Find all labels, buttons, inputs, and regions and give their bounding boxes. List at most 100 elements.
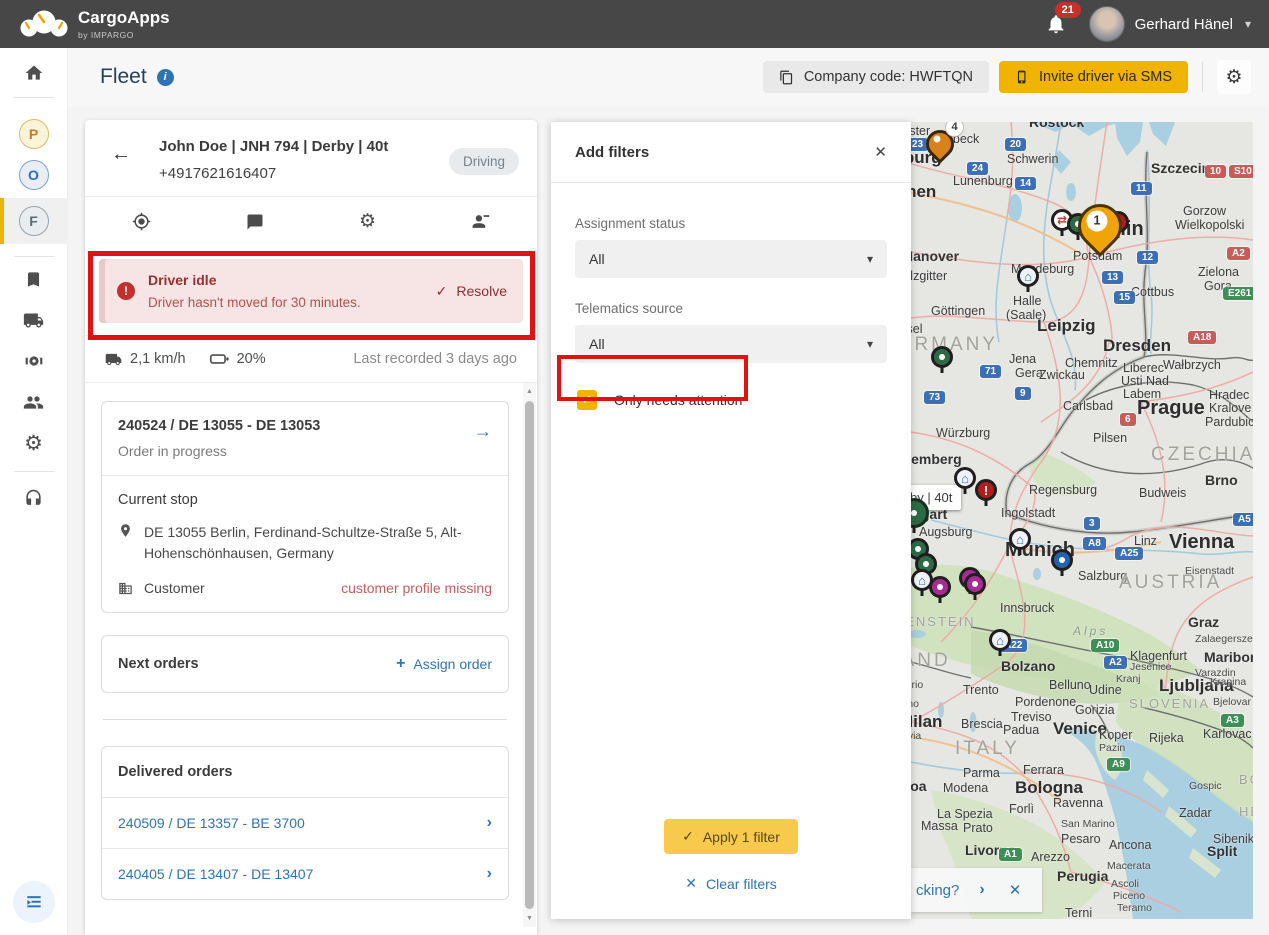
- map-city-label: Dresden: [1103, 336, 1172, 355]
- sidebar-collapse-button[interactable]: [12, 881, 55, 923]
- map-road-badge: A18: [1188, 331, 1217, 344]
- banner-close-button[interactable]: ✕: [1009, 881, 1022, 899]
- filters-title: Add filters: [575, 143, 650, 161]
- map-city-label: Pazin: [1099, 742, 1126, 754]
- sidebar-item-workspace-p[interactable]: P: [18, 119, 49, 149]
- map-marker-house[interactable]: ⌂: [1009, 528, 1031, 550]
- map-city-label: San Marino: [1061, 818, 1115, 830]
- map-marker-house[interactable]: ⌂: [989, 629, 1011, 651]
- map-city-label: Ancona: [1109, 838, 1152, 852]
- bookmark-icon: [24, 270, 43, 289]
- chat-button[interactable]: [198, 197, 311, 246]
- map-city-label: Liberec: [1123, 361, 1164, 375]
- customer-profile-missing-link[interactable]: customer profile missing: [341, 580, 492, 596]
- map-city-label: Würzburg: [936, 426, 991, 440]
- invite-driver-button[interactable]: Invite driver via SMS: [999, 61, 1188, 93]
- driver-stats-row: 2,1 km/h 20% Last recorded 3 days ago: [85, 335, 537, 382]
- map-road-badge: 15: [1114, 291, 1136, 304]
- workspace-letter: O: [28, 167, 39, 183]
- telematics-source-select[interactable]: All ▾: [575, 325, 887, 363]
- sidebar-item-fleet[interactable]: [22, 308, 46, 332]
- workspace-letter: F: [18, 206, 49, 236]
- chevron-down-icon: ▾: [866, 337, 873, 351]
- chat-icon: [246, 213, 264, 231]
- map-city-label: Ascoli: [1111, 878, 1140, 890]
- workspace-letter: P: [28, 126, 39, 142]
- chevron-down-icon: ▾: [866, 252, 873, 266]
- resolve-label: Resolve: [456, 283, 507, 299]
- scroll-up-icon[interactable]: ▲: [526, 383, 533, 400]
- app-logo[interactable]: CargoApps by IMPARGO: [18, 9, 170, 40]
- banner-chevron-button[interactable]: ›: [979, 881, 984, 899]
- apply-filters-button[interactable]: ✓ Apply 1 filter: [664, 819, 798, 854]
- map-city-label: Ferrara: [1023, 763, 1064, 777]
- map[interactable]: by | 40t RostockMünsterLübeckHamburgSchw…: [911, 122, 1253, 919]
- map-road-badge: 73: [924, 391, 946, 404]
- map-road-badge: 12: [1137, 251, 1159, 264]
- open-order-button[interactable]: →: [474, 422, 492, 440]
- driver-panel-scrollbar[interactable]: ▲ ▼: [523, 383, 536, 927]
- sidebar-item-workspace-o[interactable]: O: [18, 160, 49, 190]
- map-marker-pin-magenta[interactable]: [964, 573, 986, 595]
- map-marker-cluster[interactable]: 4: [923, 122, 964, 162]
- current-order-card[interactable]: 240524 / DE 13055 - DE 13053 → Order in …: [101, 401, 509, 613]
- close-filters-button[interactable]: ✕: [874, 143, 887, 161]
- map-road-badge: A25: [1115, 547, 1144, 560]
- map-city-label: Krapina: [1210, 676, 1247, 688]
- back-button[interactable]: ←: [107, 142, 135, 166]
- resolve-button[interactable]: ✓ Resolve: [436, 283, 507, 300]
- info-icon[interactable]: i: [156, 68, 174, 86]
- map-marker-selected[interactable]: 1: [1074, 199, 1120, 255]
- sidebar-item-support[interactable]: [22, 486, 46, 510]
- survey-banner: cking? › ✕: [911, 868, 1042, 912]
- assignment-status-select[interactable]: All ▾: [575, 240, 887, 278]
- sidebar-item-settings[interactable]: ⚙: [22, 431, 46, 455]
- map-marker-pin-green[interactable]: [931, 346, 953, 368]
- only-needs-attention-checkbox[interactable]: ✓: [577, 390, 597, 410]
- map-road-badge: 11: [1131, 182, 1152, 195]
- delivered-order-row[interactable]: 240509 / DE 13357 - BE 3700 ›: [102, 798, 508, 848]
- map-marker-alert-circle[interactable]: !: [975, 479, 997, 501]
- only-needs-attention-row[interactable]: ✓ Only needs attention: [575, 390, 887, 410]
- map-city-label: Belluno: [1049, 678, 1091, 692]
- filters-panel: Add filters ✕ Assignment status All ▾ Te…: [551, 122, 911, 919]
- map-marker-pin-magenta[interactable]: [929, 576, 951, 598]
- assignment-status-value: All: [589, 251, 605, 267]
- map-city-label: Augsburg: [919, 525, 973, 539]
- driver-scroll-area: 240524 / DE 13055 - DE 13053 → Order in …: [85, 382, 537, 927]
- driver-phone: +4917621616407: [159, 165, 277, 182]
- sidebar-item-home[interactable]: [22, 61, 46, 85]
- sidebar-item-partners[interactable]: [22, 349, 46, 373]
- driver-actions-row: ⚙: [85, 196, 537, 246]
- delivered-order-row[interactable]: 240405 / DE 13407 - DE 13407 ›: [102, 848, 508, 899]
- map-marker-pin-blue[interactable]: [1051, 549, 1073, 571]
- driver-settings-button[interactable]: ⚙: [311, 197, 424, 246]
- map-city-label: Zalaegerszeg: [1195, 633, 1253, 645]
- map-city-label: Hanover: [911, 248, 960, 264]
- user-menu[interactable]: Gerhard Hänel ▾: [1088, 6, 1251, 42]
- locate-driver-button[interactable]: [85, 197, 198, 246]
- brand-name: CargoApps: [78, 7, 170, 27]
- company-code-button[interactable]: Company code: HWFTQN: [762, 61, 990, 93]
- truck-icon: [23, 310, 44, 331]
- map-road-badge: 3: [1084, 517, 1100, 530]
- sidebar-item-drivers[interactable]: [22, 390, 46, 414]
- sidebar-item-workspace-f-selected[interactable]: F: [0, 198, 68, 244]
- sidebar-item-bookmarks[interactable]: [22, 267, 46, 291]
- map-city-label: Carlsbad: [1063, 399, 1114, 413]
- map-road-badge: A10: [1091, 639, 1120, 652]
- scroll-down-icon[interactable]: ▼: [526, 910, 533, 927]
- scrollbar-thumb[interactable]: [525, 401, 534, 909]
- unassign-driver-button[interactable]: [424, 197, 537, 246]
- check-icon: ✓: [435, 282, 448, 299]
- map-city-label: Rijeka: [1149, 731, 1184, 745]
- assign-order-button[interactable]: + Assign order: [396, 655, 492, 673]
- clear-filters-button[interactable]: ✕ Clear filters: [685, 875, 777, 892]
- driver-title: John Doe | JNH 794 | Derby | 40t: [159, 138, 389, 155]
- map-marker-house[interactable]: ⌂: [1017, 265, 1039, 287]
- map-city-label: Vienna: [1169, 531, 1235, 553]
- map-marker-house[interactable]: ⌂: [954, 467, 976, 489]
- fleet-settings-button[interactable]: ⚙: [1217, 60, 1251, 94]
- map-city-label: Zwickau: [1039, 368, 1085, 382]
- notifications-button[interactable]: 21: [1045, 2, 1081, 37]
